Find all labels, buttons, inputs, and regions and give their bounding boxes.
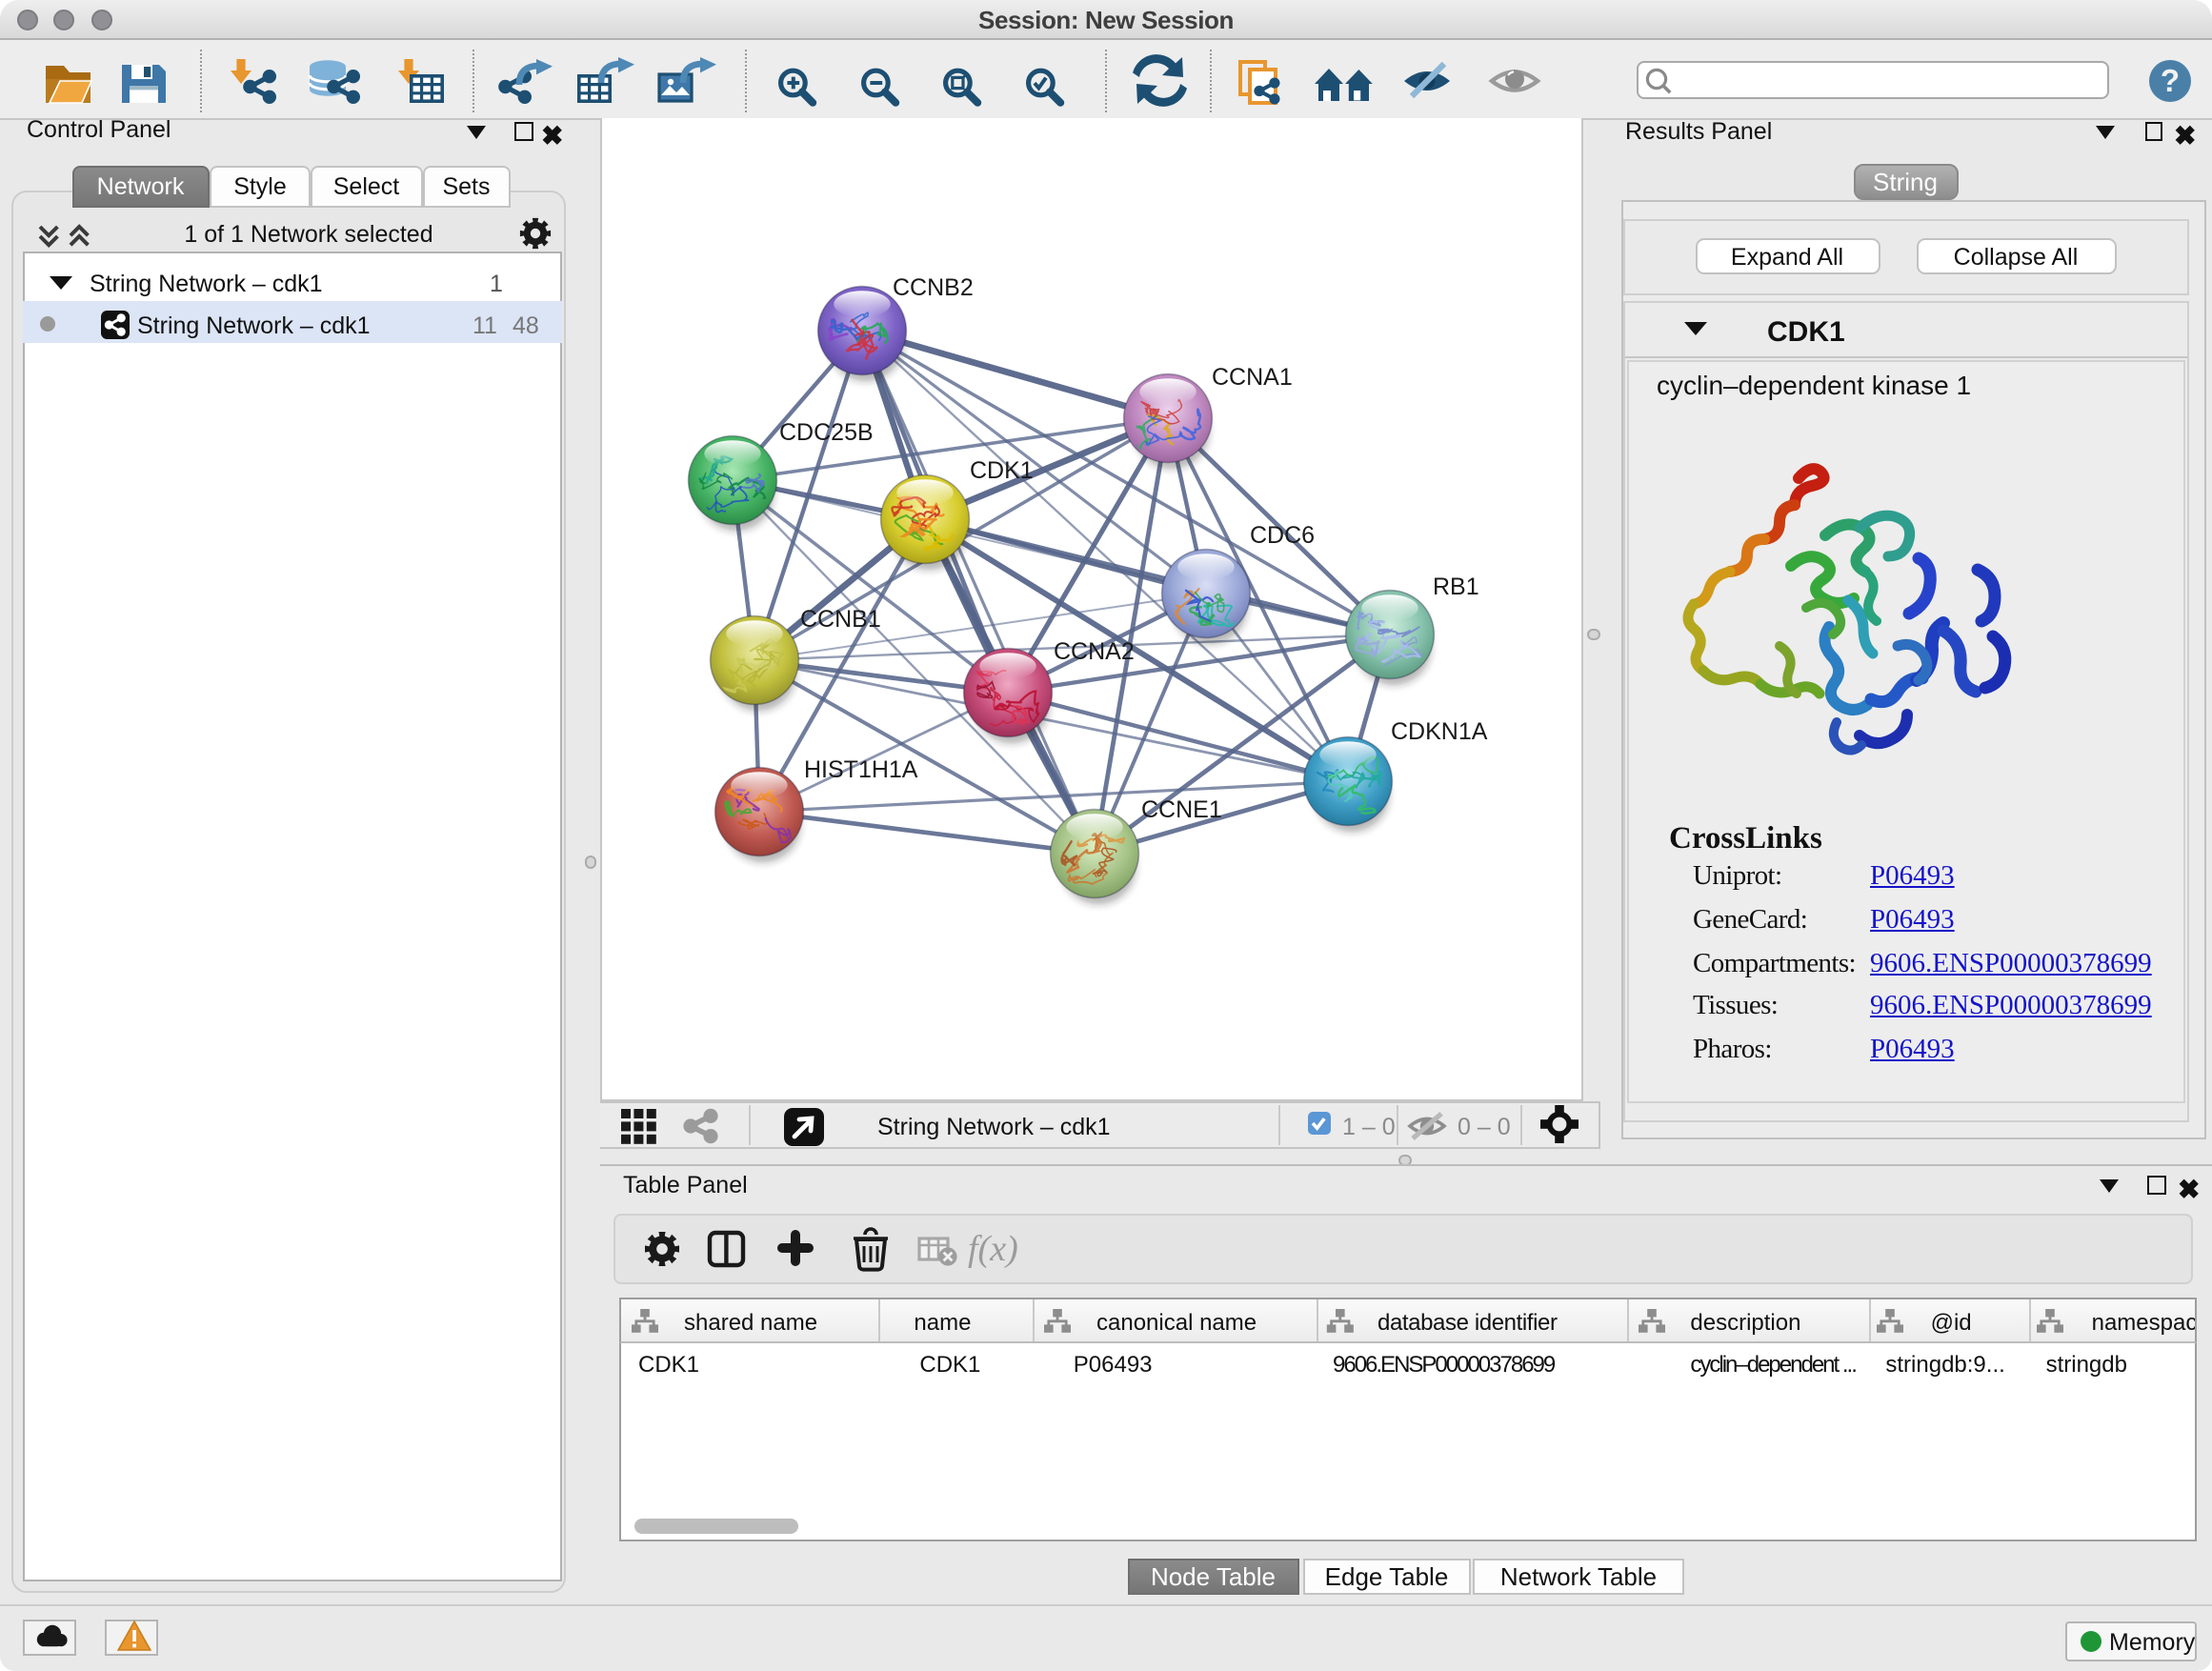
svg-text:CCNB2: CCNB2 <box>892 274 973 301</box>
svg-text:1 – 0: 1 – 0 <box>1341 1113 1395 1139</box>
svg-text:CDC25B: CDC25B <box>778 419 873 446</box>
svg-text:CCNA1: CCNA1 <box>1211 364 1292 391</box>
svg-text:CDKN1A: CDKN1A <box>1390 718 1487 745</box>
svg-text:f(x): f(x) <box>968 1229 1018 1269</box>
svg-text:HIST1H1A: HIST1H1A <box>803 756 917 783</box>
svg-text:CCNB1: CCNB1 <box>799 606 880 633</box>
svg-text:String Network – cdk1: String Network – cdk1 <box>876 1113 1110 1139</box>
svg-text:0 – 0: 0 – 0 <box>1457 1113 1510 1139</box>
svg-text:CDK1: CDK1 <box>969 457 1033 484</box>
svg-text:?: ? <box>2161 63 2180 98</box>
svg-text:RB1: RB1 <box>1432 574 1478 600</box>
svg-text:CCNA2: CCNA2 <box>1053 638 1134 665</box>
svg-text:CCNE1: CCNE1 <box>1140 796 1221 823</box>
svg-text:CDC6: CDC6 <box>1249 522 1314 549</box>
